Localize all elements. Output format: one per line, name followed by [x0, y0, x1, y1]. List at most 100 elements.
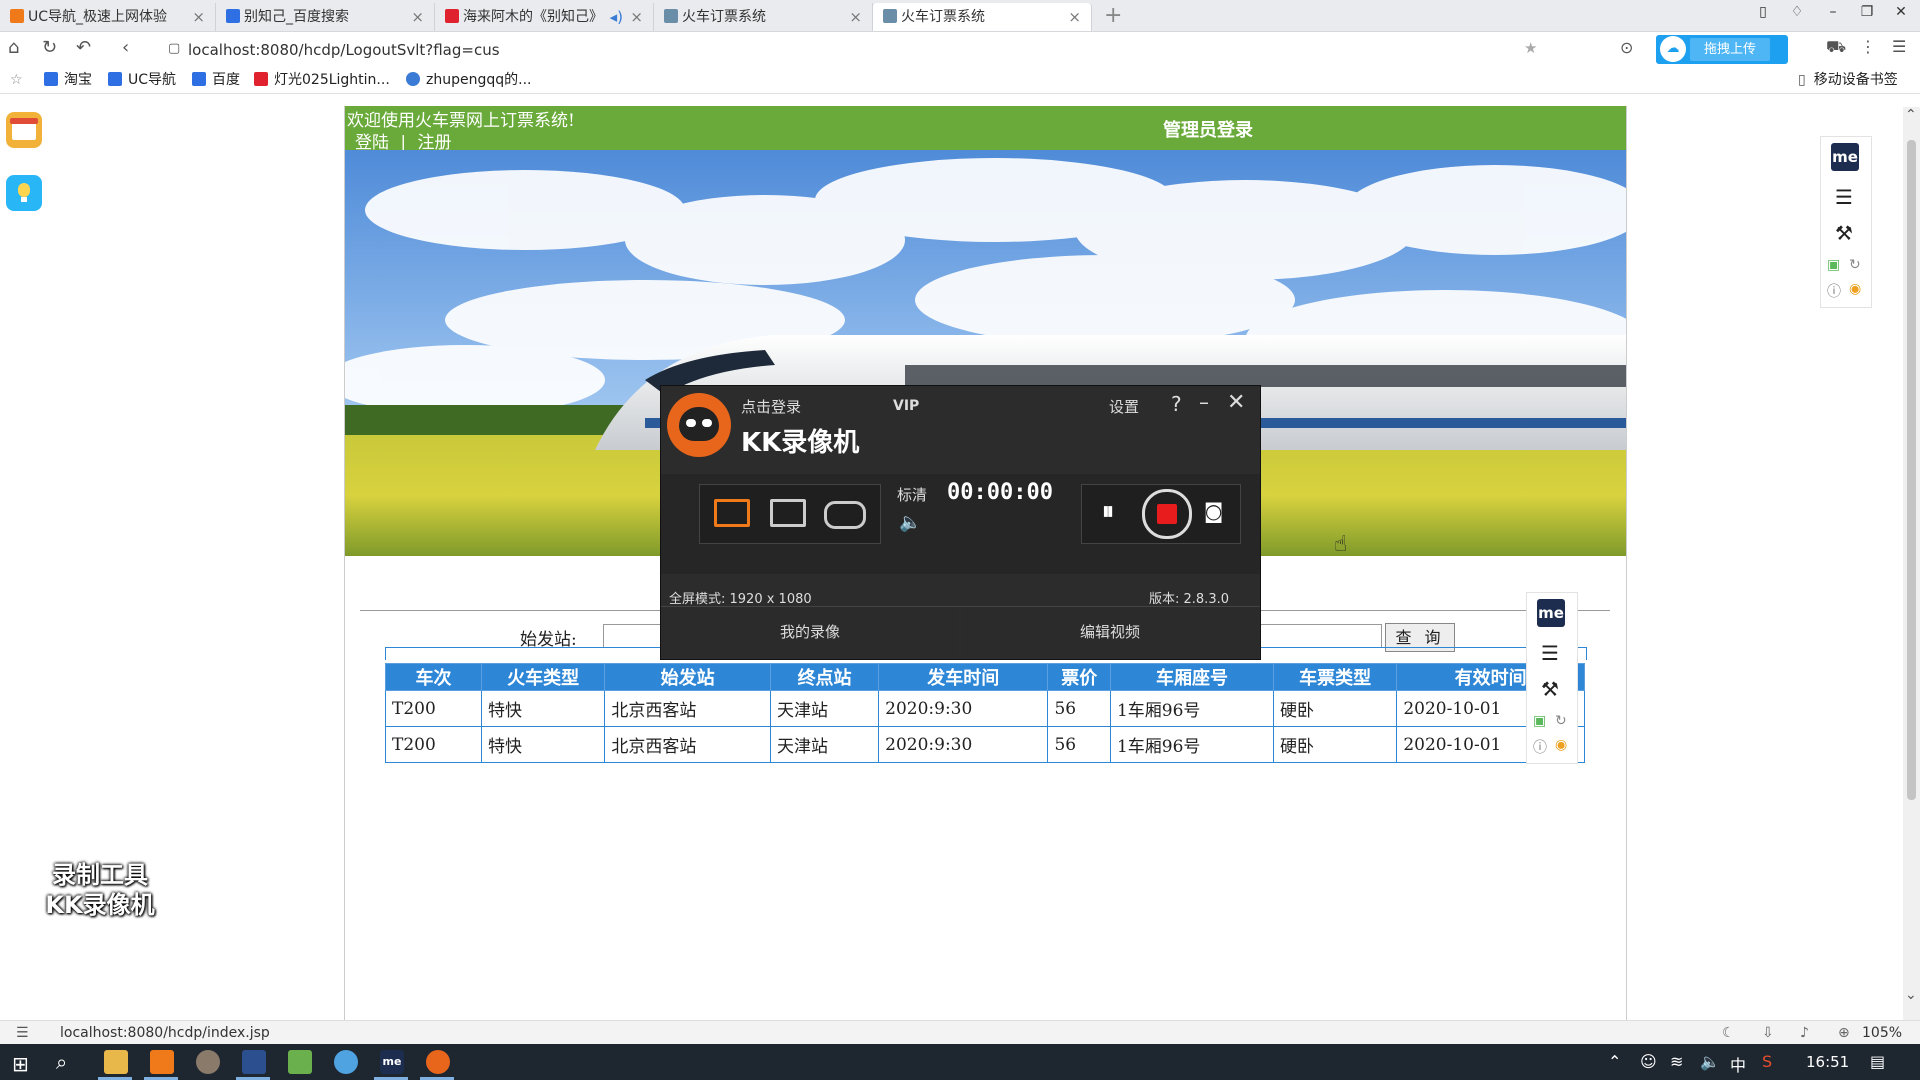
eye-icon[interactable]: ◉	[1555, 737, 1567, 753]
refresh-icon[interactable]: ↻	[1849, 257, 1861, 273]
eye-icon[interactable]: ◉	[1849, 281, 1861, 297]
sogou-icon[interactable]: S	[1762, 1052, 1772, 1071]
close-window-button[interactable]: ✕	[1890, 4, 1912, 20]
zoom-icon[interactable]: ⊕	[1838, 1021, 1850, 1045]
me-icon[interactable]: me	[1831, 143, 1859, 171]
close-icon[interactable]: ×	[630, 3, 643, 31]
game-mode-icon[interactable]	[824, 501, 866, 529]
tab-train-1[interactable]: 火车订票系统 ×	[654, 3, 873, 31]
cart-icon[interactable]: ⛟	[1826, 37, 1846, 58]
back-icon[interactable]: ‹	[122, 37, 129, 58]
cast-icon[interactable]: ▣	[1827, 257, 1840, 273]
scrollbar-thumb[interactable]	[1907, 140, 1916, 800]
kk-title: KK录像机	[741, 428, 860, 458]
end-station-input[interactable]	[1260, 624, 1382, 648]
tab-train-2[interactable]: 火车订票系统 ×	[873, 3, 1092, 31]
minimize-button[interactable]: –	[1822, 4, 1844, 20]
menu-icon[interactable]: ☰	[1541, 641, 1559, 665]
tools-icon[interactable]: ⚒	[1835, 221, 1853, 245]
ime-icon[interactable]: 中	[1730, 1052, 1746, 1076]
kk-quality-label[interactable]: 标清	[897, 484, 927, 505]
close-icon[interactable]: ×	[849, 3, 862, 31]
kk-vip-badge[interactable]: VIP	[893, 398, 919, 414]
me-app-icon[interactable]: me	[380, 1050, 404, 1074]
info-icon[interactable]: ⓘ	[1533, 737, 1547, 757]
cloud-app-icon[interactable]	[334, 1050, 358, 1074]
start-station-input[interactable]	[603, 624, 661, 648]
store-icon[interactable]	[6, 112, 42, 148]
new-tab-button[interactable]: +	[1104, 3, 1122, 29]
menu-icon[interactable]: ☰	[1892, 37, 1906, 56]
star-icon[interactable]: ★	[1524, 39, 1537, 57]
app-icon[interactable]	[196, 1050, 220, 1074]
pause-icon[interactable]: ⏸	[1102, 497, 1114, 525]
upload-button[interactable]: ☁ 拖拽上传	[1656, 35, 1788, 64]
tray-expand-icon[interactable]: ⌃	[1608, 1052, 1621, 1071]
tools-icon[interactable]: ⚒	[1541, 677, 1559, 701]
admin-login-link[interactable]: 管理员登录	[1163, 116, 1253, 142]
bookmark-taobao[interactable]: 淘宝	[44, 67, 92, 93]
info-icon[interactable]: ⓘ	[1827, 281, 1841, 301]
file-explorer-icon[interactable]	[104, 1050, 128, 1074]
watermark-line-1: 录制工具	[52, 861, 148, 889]
mobile-bookmarks[interactable]: ▯ 移动设备书签	[1798, 67, 1898, 93]
sound-icon[interactable]: ♪	[1800, 1021, 1809, 1045]
list-icon[interactable]: ☰	[16, 1021, 29, 1045]
camera-icon[interactable]: ◙	[1204, 499, 1223, 523]
night-mode-icon[interactable]: ☾	[1722, 1021, 1735, 1045]
speaker-icon[interactable]: 🔈	[1700, 1052, 1720, 1071]
skin-icon[interactable]: ♢	[1786, 4, 1808, 20]
my-recordings-button[interactable]: 我的录像	[661, 607, 959, 657]
refresh-icon[interactable]: ↻	[1555, 713, 1567, 729]
kk-recorder-app-icon[interactable]	[426, 1050, 450, 1074]
scroll-up-icon[interactable]: ⌃	[1905, 107, 1917, 123]
search-icon[interactable]: ⌕	[56, 1050, 67, 1074]
bookmark-lighting[interactable]: 灯光025Lightin...	[254, 67, 390, 93]
editor-icon[interactable]	[242, 1050, 266, 1074]
close-icon[interactable]: ×	[192, 3, 205, 31]
close-icon[interactable]: ×	[1068, 3, 1081, 31]
close-icon[interactable]: ×	[411, 3, 424, 31]
kk-help-button[interactable]: ?	[1171, 392, 1182, 416]
kk-minimize-button[interactable]: –	[1199, 390, 1209, 414]
undo-icon[interactable]: ↶	[76, 37, 91, 58]
url-field[interactable]: localhost:8080/hcdp/LogoutSvlt?flag=cus	[188, 38, 1668, 62]
tool-icon[interactable]	[288, 1050, 312, 1074]
scroll-down-icon[interactable]: ⌄	[1905, 987, 1917, 1003]
windows-start-icon[interactable]: ⊞	[12, 1052, 29, 1076]
kk-login-link[interactable]: 点击登录	[741, 396, 801, 417]
bookmark-uc[interactable]: UC导航	[108, 67, 176, 93]
uc-browser-icon[interactable]	[150, 1050, 174, 1074]
me-icon[interactable]: me	[1537, 599, 1565, 627]
bookmark-zhupeng[interactable]: zhupengqq的...	[406, 67, 531, 93]
kk-settings-button[interactable]: 设置	[1109, 396, 1139, 417]
reload-icon[interactable]: ↻	[42, 37, 57, 58]
audio-icon[interactable]: ◂)	[610, 3, 623, 31]
kk-footer: 我的录像 编辑视频	[661, 606, 1260, 659]
zoom-level[interactable]: 105%	[1862, 1021, 1902, 1045]
tab-baidu[interactable]: 别知己_百度搜索 ×	[216, 3, 435, 31]
play-circle-icon[interactable]: ⊙	[1620, 38, 1633, 57]
more-icon[interactable]: ⋮	[1860, 37, 1876, 56]
clock[interactable]: 16:51	[1806, 1053, 1849, 1071]
edit-video-button[interactable]: 编辑视频	[961, 607, 1259, 657]
wifi-icon[interactable]: ≋	[1670, 1052, 1683, 1071]
bookmark-baidu[interactable]: 百度	[192, 67, 240, 93]
tile-icon[interactable]: ▯	[1752, 4, 1774, 20]
fullscreen-mode-icon[interactable]	[714, 499, 750, 527]
tab-uc-nav[interactable]: UC导航_极速上网体验 ×	[0, 3, 216, 31]
tab-music[interactable]: 海来阿木的《别知己》 ◂) ×	[435, 3, 654, 31]
restore-button[interactable]: ❐	[1856, 4, 1878, 20]
menu-icon[interactable]: ☰	[1835, 185, 1853, 209]
notification-icon[interactable]: ▤	[1870, 1052, 1885, 1071]
stop-record-button[interactable]	[1142, 489, 1192, 539]
download-icon[interactable]: ⇩	[1762, 1021, 1774, 1045]
star-outline-icon[interactable]: ☆	[10, 67, 23, 93]
cast-icon[interactable]: ▣	[1533, 713, 1546, 729]
qq-icon[interactable]: ☺	[1640, 1052, 1657, 1071]
lightbulb-icon[interactable]	[6, 175, 42, 211]
region-mode-icon[interactable]	[770, 499, 806, 527]
kk-close-button[interactable]: ✕	[1227, 390, 1245, 415]
volume-icon[interactable]: 🔈	[899, 512, 921, 533]
home-icon[interactable]: ⌂	[8, 37, 19, 58]
